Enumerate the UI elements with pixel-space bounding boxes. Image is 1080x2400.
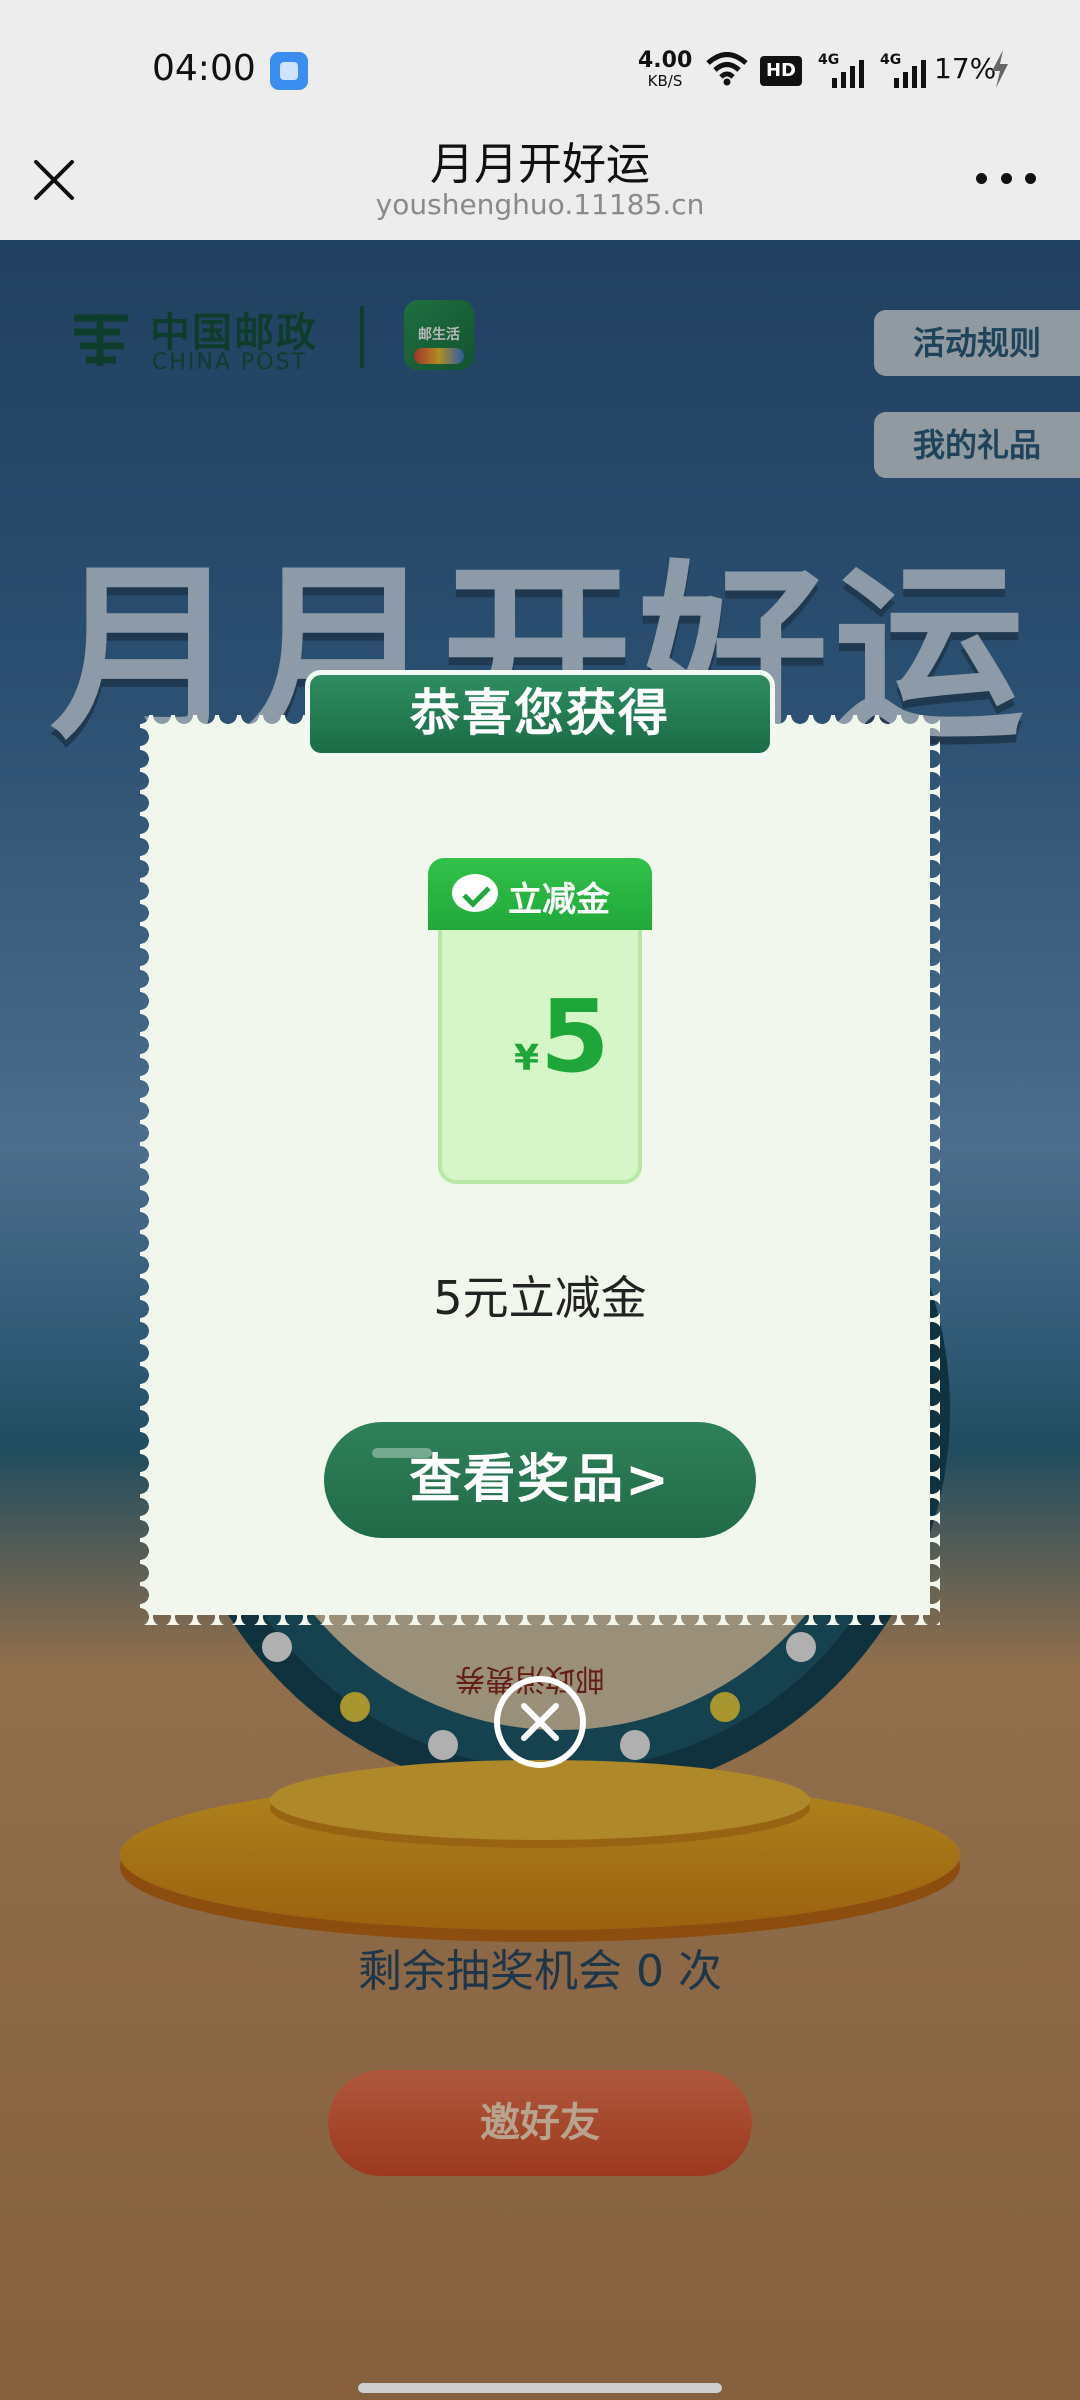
- page-domain: youshenghuo.11185.cn: [375, 188, 705, 221]
- wifi-icon: [706, 52, 748, 86]
- battery-level: 17%: [934, 52, 997, 85]
- close-icon: [521, 1703, 559, 1741]
- modal-close-button[interactable]: [494, 1676, 586, 1768]
- coupon-title: 立减金: [508, 880, 610, 920]
- wechat-pay-icon: [452, 874, 498, 912]
- hd-voice-icon: HD: [760, 56, 802, 86]
- home-indicator[interactable]: [358, 2383, 722, 2393]
- signal-icon-1: 4G: [818, 52, 870, 88]
- browser-nav-bar: 月月开好运 youshenghuo.11185.cn: [0, 139, 1080, 240]
- page-title: 月月开好运: [430, 139, 650, 190]
- coupon-card: 立减金 ¥ 5: [428, 858, 652, 1184]
- coupon-currency: ¥: [514, 1038, 540, 1079]
- view-prize-button[interactable]: 查看奖品>: [324, 1422, 756, 1538]
- notification-app-icon: [270, 52, 308, 90]
- network-speed: 4.00 KB/S: [638, 48, 693, 90]
- signal-icon-2: 4G: [880, 52, 932, 88]
- prize-name: 5元立减金: [433, 1271, 647, 1325]
- more-options-icon[interactable]: [976, 168, 1036, 188]
- coupon-body: ¥ 5: [438, 930, 642, 1184]
- status-time: 04:00: [152, 48, 256, 89]
- coupon-amount: 5: [540, 978, 610, 1095]
- coupon-header: 立减金: [428, 858, 652, 930]
- status-bar: 04:00 4.00 KB/S HD 4G 4G 17%: [0, 0, 1080, 140]
- modal-header: 恭喜您获得: [305, 670, 775, 758]
- charging-icon: [992, 50, 1008, 88]
